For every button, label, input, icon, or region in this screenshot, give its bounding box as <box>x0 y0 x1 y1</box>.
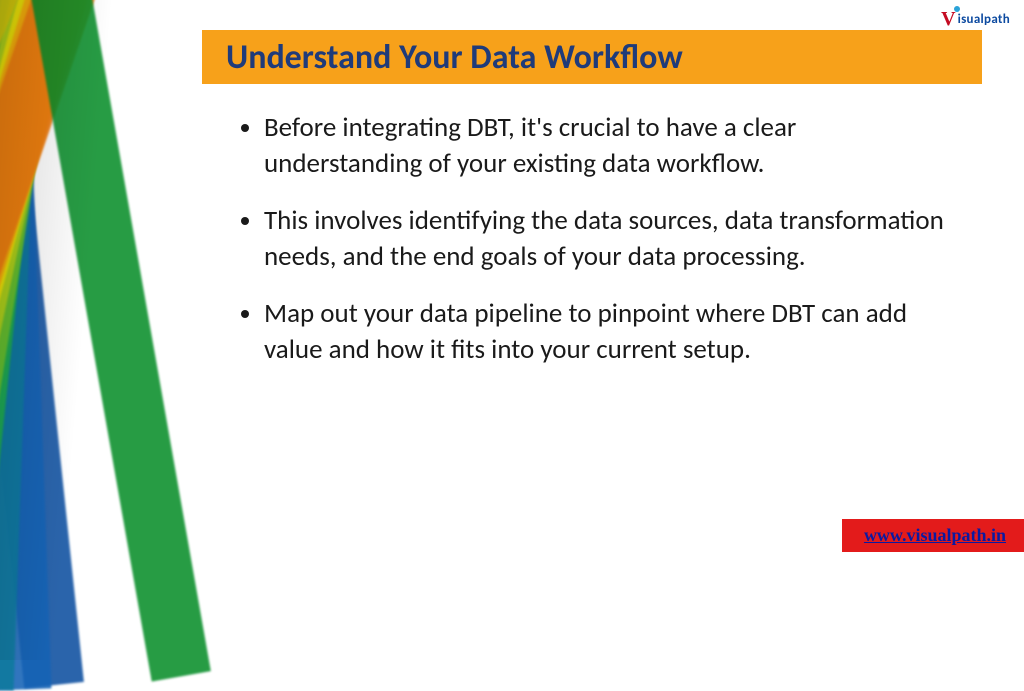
bullet-item: This involves identifying the data sourc… <box>264 203 950 276</box>
footer-link[interactable]: www.visualpath.in <box>864 525 1006 545</box>
logo-text: isualpath <box>958 12 1010 27</box>
footer-link-pill: www.visualpath.in <box>842 519 1024 552</box>
logo-v-letter: V <box>941 8 955 31</box>
slide-content: Before integrating DBT, it's crucial to … <box>230 110 950 389</box>
title-bar: Understand Your Data Workflow <box>202 30 982 84</box>
bullet-list: Before integrating DBT, it's crucial to … <box>230 110 950 369</box>
bullet-item: Map out your data pipeline to pinpoint w… <box>264 296 950 369</box>
slide-title: Understand Your Data Workflow <box>226 37 683 78</box>
logo-dot-icon <box>954 6 960 12</box>
visualpath-logo: V isualpath <box>941 8 1010 31</box>
bullet-item: Before integrating DBT, it's crucial to … <box>264 110 950 183</box>
decorative-ribbon <box>0 0 240 660</box>
